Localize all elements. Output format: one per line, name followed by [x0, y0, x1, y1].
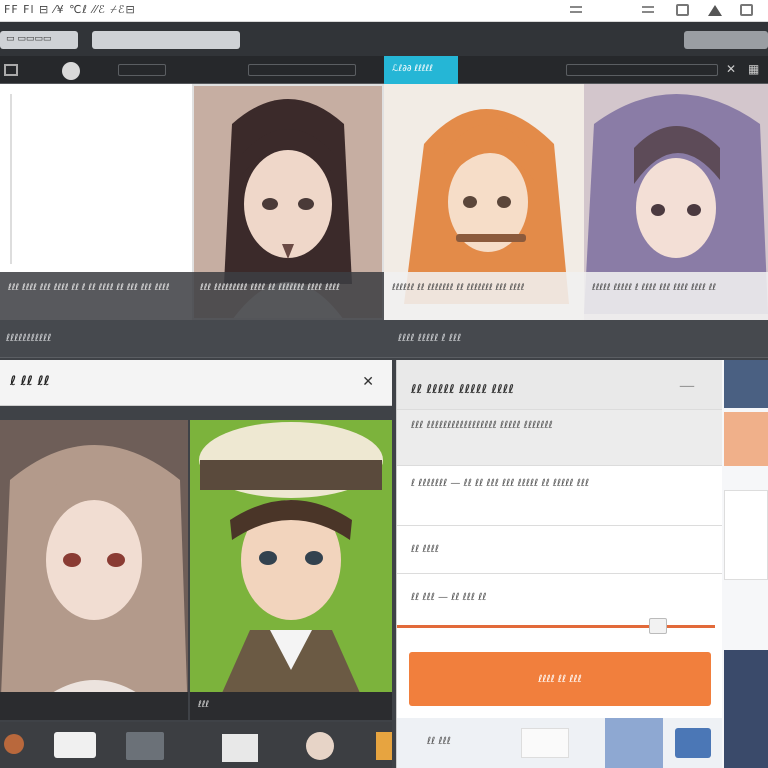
- preview-thumb-4[interactable]: [724, 650, 768, 768]
- account-icon[interactable]: [740, 4, 753, 16]
- photo-card-girl[interactable]: [0, 420, 188, 720]
- details-row-1[interactable]: ℓ ℓℓℓℓℓℓℓ — ℓℓ ℓℓ ℓℓℓ ℓℓℓ ℓℓℓℓℓ ℓℓ ℓℓℓℓℓ…: [397, 466, 723, 526]
- details-title: ℓℓ ℓℓℓℓℓ ℓℓℓℓℓ ℓℓℓℓ: [411, 382, 515, 396]
- left-panel-header: ℓ ℓℓ ℓℓ ✕: [0, 360, 392, 406]
- gallery-grid: ℓℓℓ ℓℓℓℓ ℓℓℓ ℓℓℓℓ ℓℓ ℓ ℓℓ ℓℓℓℓ ℓℓ ℓℓℓ ℓℓ…: [0, 84, 768, 320]
- address-field[interactable]: [92, 31, 240, 49]
- bottom-dock: [0, 722, 392, 768]
- section-right-label: ℓℓℓℓ ℓℓℓℓℓ ℓ ℓℓℓ: [398, 333, 462, 344]
- gallery-tile-empty[interactable]: ℓℓℓ ℓℓℓℓ ℓℓℓ ℓℓℓℓ ℓℓ ℓ ℓℓ ℓℓℓℓ ℓℓ ℓℓℓ ℓℓ…: [0, 84, 192, 320]
- avatar-icon[interactable]: [4, 734, 24, 754]
- photo-caption: ℓℓℓ: [190, 692, 392, 720]
- gallery-tile-portrait-3[interactable]: ℓℓℓℓℓ ℓℓℓℓℓ ℓ ℓℓℓℓ ℓℓℓ ℓℓℓℓ ℓℓℓℓ ℓℓ: [584, 84, 768, 320]
- row-3-text: ℓℓ ℓℓℓ — ℓℓ ℓℓℓ ℓℓ: [411, 592, 487, 603]
- details-header: ℓℓ ℓℓℓℓℓ ℓℓℓℓℓ ℓℓℓℓ —: [397, 360, 723, 410]
- share-icon[interactable]: [675, 728, 711, 758]
- photo-caption: [0, 692, 188, 720]
- primary-action-button[interactable]: ℓℓℓℓ ℓℓ ℓℓℓ: [409, 652, 711, 706]
- profile-icon[interactable]: [306, 732, 334, 760]
- menu-bar: FF Fl ⊟ ⁄¥ ℃ℓ ⁄⁄ℰ ⌿ℰ⊟: [0, 0, 768, 22]
- tile-caption: ℓℓℓℓℓ ℓℓℓℓℓ ℓ ℓℓℓℓ ℓℓℓ ℓℓℓℓ ℓℓℓℓ ℓℓ: [584, 272, 768, 320]
- spacer: [0, 406, 392, 420]
- tab-active[interactable]: ℒℓ∂∂ ℓℓℓℓℓ: [384, 56, 458, 84]
- side-preview-strip: [722, 360, 768, 768]
- tile-caption: ℓℓℓ ℓℓℓℓ ℓℓℓ ℓℓℓℓ ℓℓ ℓ ℓℓ ℓℓℓℓ ℓℓ ℓℓℓ ℓℓ…: [0, 272, 192, 320]
- preview-thumb-3[interactable]: [724, 490, 768, 580]
- preview-thumb-2[interactable]: [724, 412, 768, 466]
- close-icon[interactable]: ✕: [726, 62, 736, 76]
- tile-caption: ℓℓℓ ℓℓℓℓℓℓℓℓℓ ℓℓℓℓ ℓℓ ℓℓℓℓℓℓℓ ℓℓℓℓ ℓℓℓℓ: [192, 272, 384, 320]
- folder-icon[interactable]: [54, 732, 96, 758]
- gallery-icon[interactable]: [605, 718, 663, 768]
- calendar-icon[interactable]: [222, 734, 258, 762]
- tab-strip-right[interactable]: [566, 64, 718, 76]
- progress-slider-track[interactable]: [397, 625, 715, 628]
- hamburger-icon[interactable]: [568, 3, 584, 17]
- window-icon[interactable]: [676, 4, 689, 16]
- book-icon[interactable]: [376, 732, 392, 760]
- description-text: ℓℓℓ ℓℓℓℓℓℓℓℓℓℓℓℓℓℓℓℓℓ ℓℓℓℓℓ ℓℓℓℓℓℓℓ: [411, 420, 553, 431]
- settings-icon[interactable]: ▦: [748, 62, 759, 76]
- tile-caption: ℓℓℓℓℓℓ ℓℓ ℓℓℓℓℓℓℓ ℓℓ ℓℓℓℓℓℓℓ ℓℓℓ ℓℓℓℓ: [384, 272, 584, 320]
- footer-label: ℓℓ ℓℓℓ: [427, 736, 451, 747]
- section-bar: ℓℓℓℓℓℓℓℓℓℓℓ ℓℓℓℓ ℓℓℓℓℓ ℓ ℓℓℓ: [0, 320, 768, 358]
- left-panel-title: ℓ ℓℓ ℓℓ: [10, 374, 50, 389]
- menu-items[interactable]: FF Fl ⊟ ⁄¥ ℃ℓ ⁄⁄ℰ ⌿ℰ⊟: [4, 3, 136, 17]
- cloud-icon[interactable]: [708, 5, 722, 16]
- preview-thumb-1[interactable]: [724, 360, 768, 408]
- search-input[interactable]: [684, 31, 768, 49]
- select-all-checkbox[interactable]: [4, 64, 18, 76]
- portrait-image: [190, 420, 392, 720]
- row-1-text: ℓ ℓℓℓℓℓℓℓ — ℓℓ ℓℓ ℓℓℓ ℓℓℓ ℓℓℓℓℓ ℓℓ ℓℓℓℓℓ…: [411, 478, 590, 489]
- details-footer: ℓℓ ℓℓℓ: [397, 718, 723, 768]
- document-icon[interactable]: [521, 728, 569, 758]
- photo-card-boy[interactable]: ℓℓℓ: [190, 420, 392, 720]
- details-row-2[interactable]: ℓℓ ℓℓℓℓ: [397, 526, 723, 574]
- close-icon[interactable]: ✕: [362, 374, 374, 390]
- image-icon[interactable]: [126, 732, 164, 760]
- portrait-image: [0, 420, 188, 720]
- gallery-tile-portrait-1[interactable]: ℓℓℓ ℓℓℓℓℓℓℓℓℓ ℓℓℓℓ ℓℓ ℓℓℓℓℓℓℓ ℓℓℓℓ ℓℓℓℓ: [192, 84, 384, 320]
- row-2-text: ℓℓ ℓℓℓℓ: [411, 544, 439, 555]
- tab-strip-mid[interactable]: [248, 64, 356, 76]
- details-panel: ℓℓ ℓℓℓℓℓ ℓℓℓℓℓ ℓℓℓℓ — ℓℓℓ ℓℓℓℓℓℓℓℓℓℓℓℓℓℓ…: [396, 360, 723, 768]
- more-icon[interactable]: —: [679, 376, 695, 395]
- text-cursor: [10, 94, 12, 264]
- back-field[interactable]: ▭ ▭▭▭▭: [0, 31, 78, 49]
- details-description: ℓℓℓ ℓℓℓℓℓℓℓℓℓℓℓℓℓℓℓℓℓ ℓℓℓℓℓ ℓℓℓℓℓℓℓ: [397, 410, 723, 466]
- gallery-tile-portrait-2[interactable]: ℓℓℓℓℓℓ ℓℓ ℓℓℓℓℓℓℓ ℓℓ ℓℓℓℓℓℓℓ ℓℓℓ ℓℓℓℓ: [384, 84, 584, 320]
- record-button[interactable]: [62, 62, 80, 80]
- list-icon[interactable]: [640, 3, 656, 17]
- toolbar: ▭ ▭▭▭▭: [0, 22, 768, 56]
- back-label: ▭ ▭▭▭▭: [6, 34, 52, 44]
- slider-handle[interactable]: [648, 618, 667, 634]
- section-left-label: ℓℓℓℓℓℓℓℓℓℓℓ: [6, 333, 52, 344]
- tab-strip-left[interactable]: [118, 64, 166, 76]
- details-row-3[interactable]: ℓℓ ℓℓℓ — ℓℓ ℓℓℓ ℓℓ: [397, 574, 723, 622]
